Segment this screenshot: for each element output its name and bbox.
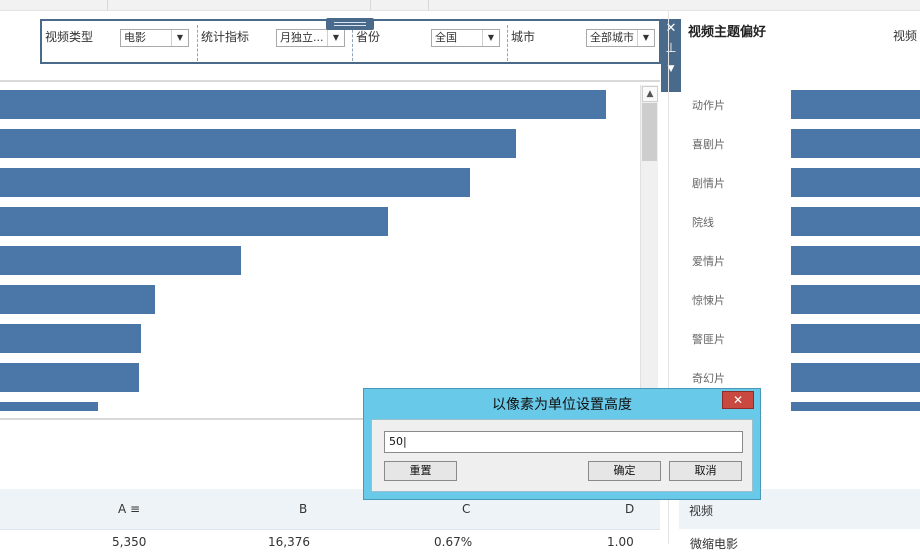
chart-bar[interactable] [0, 363, 139, 392]
filter-label: 省份 [356, 30, 381, 44]
category-label: 奇幻片 [692, 372, 725, 385]
dropdown-arrow-icon[interactable]: ▼ [637, 30, 654, 46]
chart-bar[interactable] [0, 168, 470, 197]
select-value: 全部城市 [590, 31, 634, 44]
select-value: 全国 [435, 31, 457, 44]
dropdown-arrow-icon[interactable]: ▼ [327, 30, 344, 46]
table-cell: 1.00 [607, 535, 634, 549]
chart-bar[interactable] [791, 129, 920, 158]
chart-bar[interactable] [791, 207, 920, 236]
table-cell: 0.67% [434, 535, 473, 549]
dialog-title: 以像素为单位设置高度 [492, 397, 632, 413]
chart-bar[interactable] [791, 285, 920, 314]
chart-bar[interactable] [0, 246, 241, 275]
filter-city: 城市 全部城市 ▼ [508, 21, 659, 62]
drag-handle[interactable] [326, 18, 374, 30]
category-label: 院线 [692, 216, 714, 229]
grip-line [334, 22, 366, 23]
reset-button[interactable]: 重置 [384, 461, 457, 481]
filter-video-type: 视频类型 电影 ▼ [42, 21, 197, 62]
input-value: 50 [389, 435, 403, 448]
chart-title-cut: 视频 [893, 29, 918, 43]
province-select[interactable]: 全国 ▼ [431, 29, 500, 47]
column-header[interactable]: 视频 [689, 502, 713, 519]
close-icon[interactable]: ✕ [661, 19, 681, 39]
chart-bar[interactable] [791, 168, 920, 197]
select-value: 月独立... [280, 31, 324, 44]
ok-button[interactable]: 确定 [588, 461, 661, 481]
height-input[interactable]: 50| [384, 431, 743, 453]
pin-icon[interactable]: ⊥ [661, 39, 681, 59]
chart-bar[interactable] [0, 402, 98, 411]
category-label: 动作片 [692, 99, 725, 112]
chart-bar[interactable] [0, 285, 155, 314]
category-label: 喜剧片 [692, 138, 725, 151]
column-header-label: A [118, 502, 127, 516]
filter-label: 统计指标 [201, 30, 250, 44]
toolbar-divider [370, 0, 371, 10]
category-label: 警匪片 [692, 333, 725, 346]
chart-bar[interactable] [0, 324, 141, 353]
column-header[interactable]: D [625, 502, 634, 516]
select-value: 电影 [124, 31, 146, 44]
sort-icon[interactable]: ≡ [126, 502, 140, 516]
filter-province: 省份 全国 ▼ [353, 21, 507, 62]
chart-bar[interactable] [791, 246, 920, 275]
collapse-arrow-icon[interactable]: ▼ [661, 59, 681, 79]
category-label: 惊悚片 [692, 294, 725, 307]
toolbar-divider [107, 0, 108, 10]
grip-line [334, 25, 366, 26]
top-toolbar-strip [0, 0, 920, 11]
column-header[interactable]: B [299, 502, 307, 516]
dropdown-arrow-icon[interactable]: ▼ [482, 30, 499, 46]
dropdown-arrow-icon[interactable]: ▼ [171, 30, 188, 46]
scroll-thumb[interactable] [642, 103, 657, 161]
category-label: 剧情片 [692, 177, 725, 190]
cancel-button[interactable]: 取消 [669, 461, 742, 481]
chart-bar[interactable] [0, 90, 606, 119]
video-type-select[interactable]: 电影 ▼ [120, 29, 189, 47]
metric-select[interactable]: 月独立... ▼ [276, 29, 345, 47]
scroll-up-icon[interactable]: ▲ [642, 86, 658, 102]
set-height-dialog: 以像素为单位设置高度 ✕ 50| 重置 确定 取消 [363, 388, 761, 500]
table-cell: 16,376 [268, 535, 310, 549]
toolbar-divider [428, 0, 429, 10]
filter-panel-controls: ✕ ⊥ ▼ [661, 19, 681, 92]
vertical-scrollbar[interactable]: ▲ [640, 85, 658, 413]
dialog-body: 50| 重置 确定 取消 [371, 419, 753, 492]
chart-bar[interactable] [791, 90, 920, 119]
text-cursor: | [403, 435, 407, 448]
close-button[interactable]: ✕ [722, 391, 754, 409]
chart-bar[interactable] [791, 402, 920, 411]
filter-label: 城市 [511, 30, 536, 44]
column-header[interactable]: A ≡ [118, 502, 140, 516]
category-label: 爱情片 [692, 255, 725, 268]
filter-label: 视频类型 [45, 30, 94, 44]
column-header[interactable]: C [462, 502, 470, 516]
chart-bar[interactable] [0, 207, 388, 236]
chart-bar[interactable] [791, 363, 920, 392]
chart-bar[interactable] [791, 324, 920, 353]
chart-bar[interactable] [0, 129, 516, 158]
table-cell: 5,350 [112, 535, 147, 549]
city-select[interactable]: 全部城市 ▼ [586, 29, 655, 47]
chart-title: 视频主题偏好 [688, 25, 767, 40]
